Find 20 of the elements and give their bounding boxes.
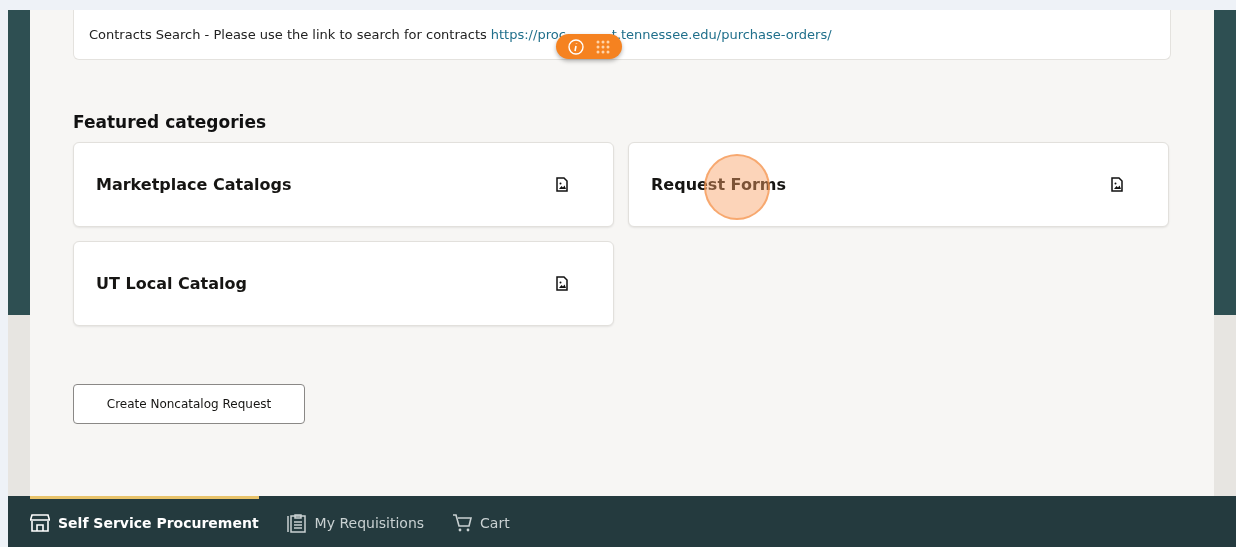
nav-tab[interactable]: Self Service Procurement	[30, 496, 259, 547]
clipboard-icon	[286, 513, 307, 533]
info-icon	[567, 38, 584, 55]
category-card[interactable]: UT Local Catalog	[73, 241, 614, 326]
section-heading: Featured categories	[73, 112, 268, 132]
contracts-link[interactable]: https://proc	[490, 27, 566, 42]
cart-icon	[452, 514, 473, 532]
store-icon	[30, 514, 50, 532]
nav-tab[interactable]: Cart	[452, 496, 510, 547]
image-file-icon	[556, 177, 568, 192]
category-card[interactable]: Marketplace Catalogs	[73, 142, 614, 227]
image-file-icon	[556, 276, 568, 291]
grid-icon	[595, 39, 610, 54]
create-noncatalog-button[interactable]: Create Noncatalog Request	[73, 384, 305, 424]
notice-text: Contracts Search - Please use the link to search for contracts	[89, 27, 487, 42]
category-title: UT Local Catalog	[96, 274, 247, 293]
nav-tab[interactable]: My Requisitions	[286, 496, 425, 547]
image-file-icon	[1111, 177, 1123, 192]
category-title: Marketplace Catalogs	[96, 175, 292, 194]
contracts-link[interactable]: t.tennessee.edu/purchase-orders/	[611, 27, 832, 42]
